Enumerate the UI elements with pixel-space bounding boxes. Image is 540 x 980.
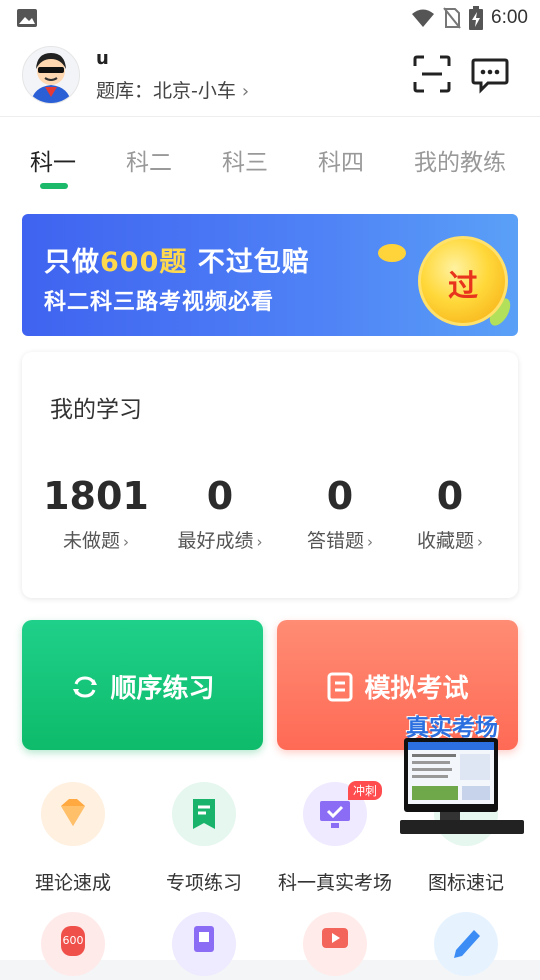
grid-item-real-exam-room[interactable]: 科一真实考场 xyxy=(270,782,400,895)
video-icon[interactable] xyxy=(303,912,367,976)
real-exam-room-promo[interactable]: 真实考场 xyxy=(400,708,524,840)
pencil-icon[interactable] xyxy=(434,912,498,976)
tab-subject-4[interactable]: 科四 xyxy=(318,143,364,177)
battery-charging-icon xyxy=(469,6,484,30)
question-bank-selector[interactable]: 题库：北京-小车 › xyxy=(96,76,249,103)
grid-item-theory[interactable]: 理论速成 xyxy=(8,782,138,895)
tab-subject-1[interactable]: 科一 xyxy=(30,143,76,177)
promo-banner[interactable]: 只做600题 不过包赔 科二科三路考视频必看 过 xyxy=(22,214,518,336)
chevron-right-icon: › xyxy=(123,533,129,551)
stat-best-score[interactable]: 0 最好成绩 › xyxy=(158,474,282,553)
clock: 6:00 xyxy=(491,7,528,28)
wifi-icon xyxy=(412,9,435,27)
document-icon xyxy=(327,672,353,701)
tab-subject-2[interactable]: 科二 xyxy=(126,143,172,177)
bookmark-book-icon xyxy=(172,782,236,846)
scan-icon[interactable] xyxy=(412,54,452,94)
username: u xyxy=(96,48,109,69)
diamond-icon xyxy=(41,782,105,846)
no-sim-icon xyxy=(443,7,461,29)
sprint-badge: 冲刺 xyxy=(348,781,383,800)
stat-undone[interactable]: 1801 未做题 › xyxy=(34,474,158,553)
profile-header: u 题库：北京-小车 › xyxy=(0,36,540,116)
exam-screen-icon xyxy=(408,742,494,800)
sequential-practice-button[interactable]: 顺序练习 xyxy=(22,620,263,750)
my-study-card: 我的学习 1801 未做题 › 0 最好成绩 › 0 答错题 › 0 收藏题 › xyxy=(22,352,518,598)
keyboard-illustration xyxy=(400,820,524,834)
message-icon[interactable] xyxy=(470,54,510,94)
chevron-right-icon: › xyxy=(241,81,250,102)
active-tab-indicator xyxy=(40,183,68,189)
banner-headline: 只做600题 不过包赔 xyxy=(44,247,310,278)
chevron-right-icon: › xyxy=(477,533,483,551)
computer-monitor-illustration xyxy=(404,738,498,812)
status-bar: 6:00 xyxy=(0,0,540,36)
my-study-title: 我的学习 xyxy=(50,397,142,423)
tab-subject-3[interactable]: 科三 xyxy=(222,143,268,177)
superhero-avatar-icon xyxy=(23,47,79,103)
banner-subline: 科二科三路考视频必看 xyxy=(44,290,275,315)
promo-title: 真实考场 xyxy=(406,715,498,741)
image-icon xyxy=(17,9,37,27)
id-card-icon[interactable] xyxy=(172,912,236,976)
chevron-right-icon: › xyxy=(367,533,373,551)
question-bank-label: 题库：北京-小车 xyxy=(96,80,236,102)
small-coin-icon xyxy=(378,244,406,262)
subject-tabs: 科一 科二 科三 科四 我的教练 xyxy=(0,116,540,197)
tab-my-coach[interactable]: 我的教练 xyxy=(414,143,506,177)
svg-text:600: 600 xyxy=(63,934,84,947)
grid-item-special-practice[interactable]: 专项练习 xyxy=(139,782,269,895)
stat-wrong[interactable]: 0 答错题 › xyxy=(278,474,402,553)
coin-badge: 过 xyxy=(418,236,508,326)
chevron-right-icon: › xyxy=(256,533,263,551)
avatar[interactable] xyxy=(22,46,80,104)
600-bag-icon[interactable]: 600 xyxy=(41,912,105,976)
cycle-icon xyxy=(73,675,98,698)
stat-favorites[interactable]: 0 收藏题 › xyxy=(388,474,512,553)
